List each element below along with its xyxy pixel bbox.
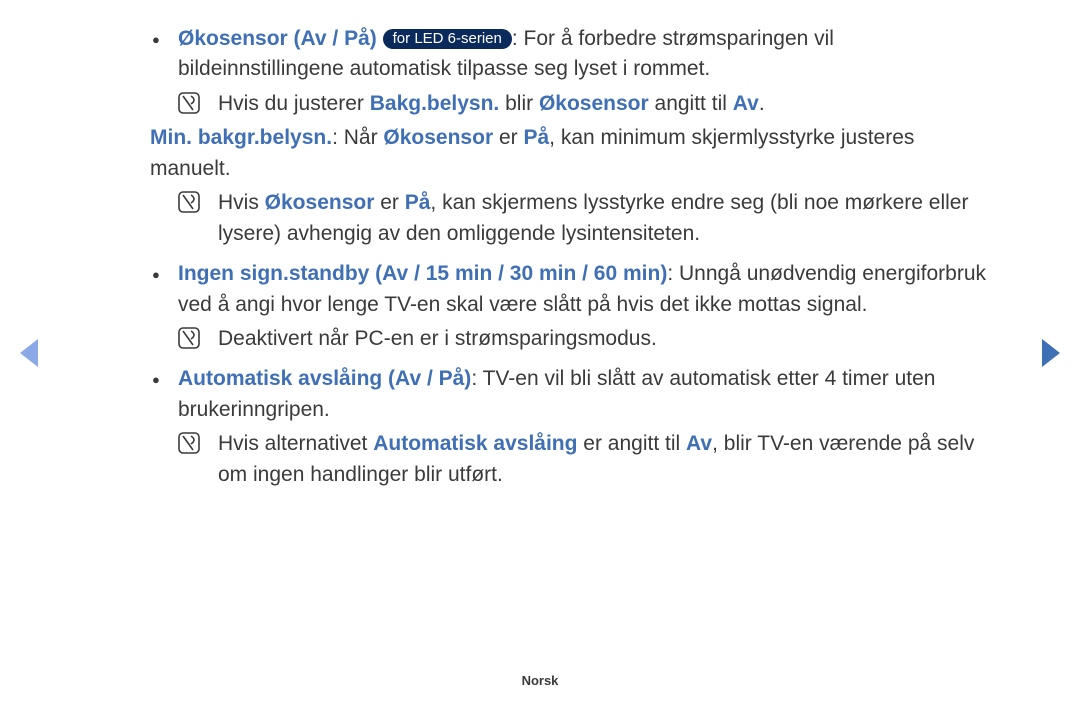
bullet-auto-off: Automatisk avslåing (Av / På): TV-en vil… <box>150 364 990 425</box>
bullet-icon <box>150 24 178 56</box>
text: er <box>374 191 404 214</box>
term-min-bakgr: Min. bakgr.belysn. <box>150 126 332 149</box>
term-pa2: På <box>405 191 431 214</box>
note-body: Deaktivert når PC-en er i strømsparingsm… <box>218 324 990 354</box>
term-bakgbelysn: Bakg.belysn. <box>370 92 500 115</box>
bullet-body: Økosensor (Av / På) for LED 6-serien: Fo… <box>178 24 990 85</box>
term-okosensor-inline2: Økosensor <box>383 126 493 149</box>
term-av2: Av <box>686 432 712 455</box>
term-auto-off: Automatisk avslåing (Av / På) <box>178 367 471 390</box>
term-okosensor-inline3: Økosensor <box>265 191 375 214</box>
note-icon <box>178 429 218 454</box>
bullet-okosensor: Økosensor (Av / På) for LED 6-serien: Fo… <box>150 24 990 85</box>
next-page-arrow[interactable] <box>1042 339 1060 367</box>
footer-language: Norsk <box>0 672 1080 691</box>
text: blir <box>499 92 539 115</box>
bullet-body: Automatisk avslåing (Av / På): TV-en vil… <box>178 364 990 425</box>
text: Hvis alternativet <box>218 432 373 455</box>
note-body: Hvis Økosensor er På, kan skjermens lyss… <box>218 188 990 249</box>
text: : Når <box>332 126 383 149</box>
term-ingen-sign: Ingen sign.standby (Av / 15 min / 30 min… <box>178 262 667 285</box>
note-body: Hvis du justerer Bakg.belysn. blir Økose… <box>218 89 990 119</box>
term-auto-off-inline: Automatisk avslåing <box>373 432 577 455</box>
note-bakgbelysn: Hvis du justerer Bakg.belysn. blir Økose… <box>150 89 990 119</box>
badge-led6: for LED 6-serien <box>383 29 512 49</box>
note-body: Hvis alternativet Automatisk avslåing er… <box>218 429 990 490</box>
text: er angitt til <box>577 432 686 455</box>
text: Deaktivert når PC-en er i strømsparingsm… <box>218 327 657 350</box>
term-av: Av <box>733 92 759 115</box>
note-icon <box>178 324 218 349</box>
term-okosensor-inline: Økosensor <box>539 92 649 115</box>
text: er <box>493 126 523 149</box>
bullet-icon <box>150 364 178 396</box>
text: angitt til <box>649 92 733 115</box>
bullet-body: Ingen sign.standby (Av / 15 min / 30 min… <box>178 259 990 320</box>
text: Hvis <box>218 191 265 214</box>
bullet-icon <box>150 259 178 291</box>
sub-min-bakgr: Min. bakgr.belysn.: Når Økosensor er På,… <box>150 123 990 184</box>
text: Hvis du justerer <box>218 92 370 115</box>
term-pa: På <box>523 126 549 149</box>
term-okosensor: Økosensor (Av / På) <box>178 27 377 50</box>
note-pc-powersave: Deaktivert når PC-en er i strømsparingsm… <box>150 324 990 354</box>
page-content: Økosensor (Av / På) for LED 6-serien: Fo… <box>0 0 1080 490</box>
note-icon <box>178 188 218 213</box>
note-auto-off: Hvis alternativet Automatisk avslåing er… <box>150 429 990 490</box>
text: . <box>759 92 765 115</box>
note-icon <box>178 89 218 114</box>
note-okosensor-brightness: Hvis Økosensor er På, kan skjermens lyss… <box>150 188 990 249</box>
prev-page-arrow[interactable] <box>20 339 38 367</box>
bullet-ingen-sign: Ingen sign.standby (Av / 15 min / 30 min… <box>150 259 990 320</box>
